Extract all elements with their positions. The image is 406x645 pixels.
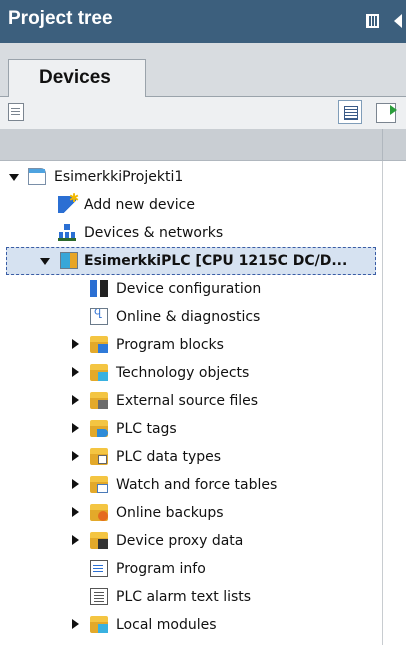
tab-devices[interactable]: Devices bbox=[8, 59, 146, 97]
column-line bbox=[382, 161, 383, 645]
tree-item-device-configuration[interactable]: Device configuration bbox=[0, 275, 382, 303]
overview-icon[interactable] bbox=[338, 100, 362, 124]
tree-item-plc-alarm-text-lists[interactable]: PLC alarm text lists bbox=[0, 583, 382, 611]
tree-item-label: Local modules bbox=[116, 617, 217, 633]
tree-item-label: External source files bbox=[116, 393, 259, 409]
device-proxy-folder-icon bbox=[90, 532, 108, 549]
tree-item-program-blocks[interactable]: Program blocks bbox=[0, 331, 382, 359]
expand-arrow-icon[interactable] bbox=[72, 619, 79, 629]
tree-item-label: EsimerkkiPLC [CPU 1215C DC/D... bbox=[84, 253, 348, 269]
add-item-icon[interactable] bbox=[8, 103, 24, 121]
tree-item-label: Add new device bbox=[84, 197, 195, 213]
plc-icon bbox=[60, 252, 78, 269]
tree-item-label: Devices & networks bbox=[84, 225, 224, 241]
tree-item-label: PLC data types bbox=[116, 449, 222, 465]
tree-item-watch-force-tables[interactable]: Watch and force tables bbox=[0, 471, 382, 499]
tree-item-label: Device proxy data bbox=[116, 533, 244, 549]
expand-arrow-icon[interactable] bbox=[72, 367, 79, 377]
tree-item-external-source-files[interactable]: External source files bbox=[0, 387, 382, 415]
tree-item-plc-tags[interactable]: PLC tags bbox=[0, 415, 382, 443]
online-backups-folder-icon bbox=[90, 504, 108, 521]
device-config-icon bbox=[90, 280, 108, 297]
expand-arrow-icon[interactable] bbox=[72, 451, 79, 461]
tree-item-plc-data-types[interactable]: PLC data types bbox=[0, 443, 382, 471]
tree-item-program-info[interactable]: Program info bbox=[0, 555, 382, 583]
panel-title: Project tree bbox=[8, 8, 113, 29]
tree-item-device-proxy-data[interactable]: Device proxy data bbox=[0, 527, 382, 555]
tree-item-local-modules[interactable]: Local modules bbox=[0, 611, 382, 639]
expand-arrow-icon[interactable] bbox=[72, 535, 79, 545]
expand-arrow-icon[interactable] bbox=[9, 174, 19, 181]
tree-item-label: Program blocks bbox=[116, 337, 224, 353]
expand-arrow-icon[interactable] bbox=[72, 479, 79, 489]
tree-item-label: Watch and force tables bbox=[116, 477, 278, 493]
column-divider[interactable] bbox=[382, 129, 383, 161]
tree-item-label: EsimerkkiProjekti1 bbox=[54, 169, 184, 185]
project-tree: EsimerkkiProjekti1 Add new device Device… bbox=[0, 161, 406, 645]
external-source-folder-icon bbox=[90, 392, 108, 409]
network-icon bbox=[58, 224, 76, 241]
program-info-icon bbox=[90, 560, 108, 577]
expand-arrow-icon[interactable] bbox=[40, 258, 50, 265]
tree-item-label: Online backups bbox=[116, 505, 224, 521]
expand-arrow-icon[interactable] bbox=[72, 339, 79, 349]
tab-strip: Devices bbox=[0, 43, 406, 97]
online-diagnostics-icon bbox=[90, 308, 108, 325]
plc-tags-folder-icon bbox=[90, 420, 108, 437]
tree-item-technology-objects[interactable]: Technology objects bbox=[0, 359, 382, 387]
tree-item-label: PLC tags bbox=[116, 421, 177, 437]
tree-item-devices-networks[interactable]: Devices & networks bbox=[0, 219, 382, 247]
expand-arrow-icon[interactable] bbox=[72, 507, 79, 517]
technology-objects-folder-icon bbox=[90, 364, 108, 381]
tree-item-label: Online & diagnostics bbox=[116, 309, 261, 325]
tree-item-project[interactable]: EsimerkkiProjekti1 bbox=[0, 163, 382, 191]
tree-item-online-diagnostics[interactable]: Online & diagnostics bbox=[0, 303, 382, 331]
expand-arrow-icon[interactable] bbox=[72, 423, 79, 433]
tree-item-label: Device configuration bbox=[116, 281, 262, 297]
add-device-icon bbox=[58, 191, 79, 213]
local-modules-folder-icon bbox=[90, 616, 108, 633]
pin-panel-icon[interactable] bbox=[366, 14, 379, 28]
tree-item-label: Program info bbox=[116, 561, 206, 577]
expand-arrow-icon[interactable] bbox=[72, 395, 79, 405]
tree-item-online-backups[interactable]: Online backups bbox=[0, 499, 382, 527]
panel-titlebar: Project tree bbox=[0, 0, 406, 43]
tree-header-row bbox=[0, 129, 406, 161]
alarm-text-icon bbox=[90, 588, 108, 605]
tree-item-label: Technology objects bbox=[116, 365, 250, 381]
watch-tables-folder-icon bbox=[90, 476, 108, 493]
tree-toolbar bbox=[0, 97, 406, 129]
tree-item-label: PLC alarm text lists bbox=[116, 589, 252, 605]
collapse-left-icon[interactable] bbox=[394, 14, 402, 28]
plc-data-types-folder-icon bbox=[90, 448, 108, 465]
export-icon[interactable] bbox=[376, 103, 397, 123]
tree-item-add-new-device[interactable]: Add new device bbox=[0, 191, 382, 219]
program-blocks-folder-icon bbox=[90, 336, 108, 353]
project-icon bbox=[28, 168, 46, 185]
tree-item-plc[interactable]: EsimerkkiPLC [CPU 1215C DC/D... bbox=[6, 247, 376, 275]
